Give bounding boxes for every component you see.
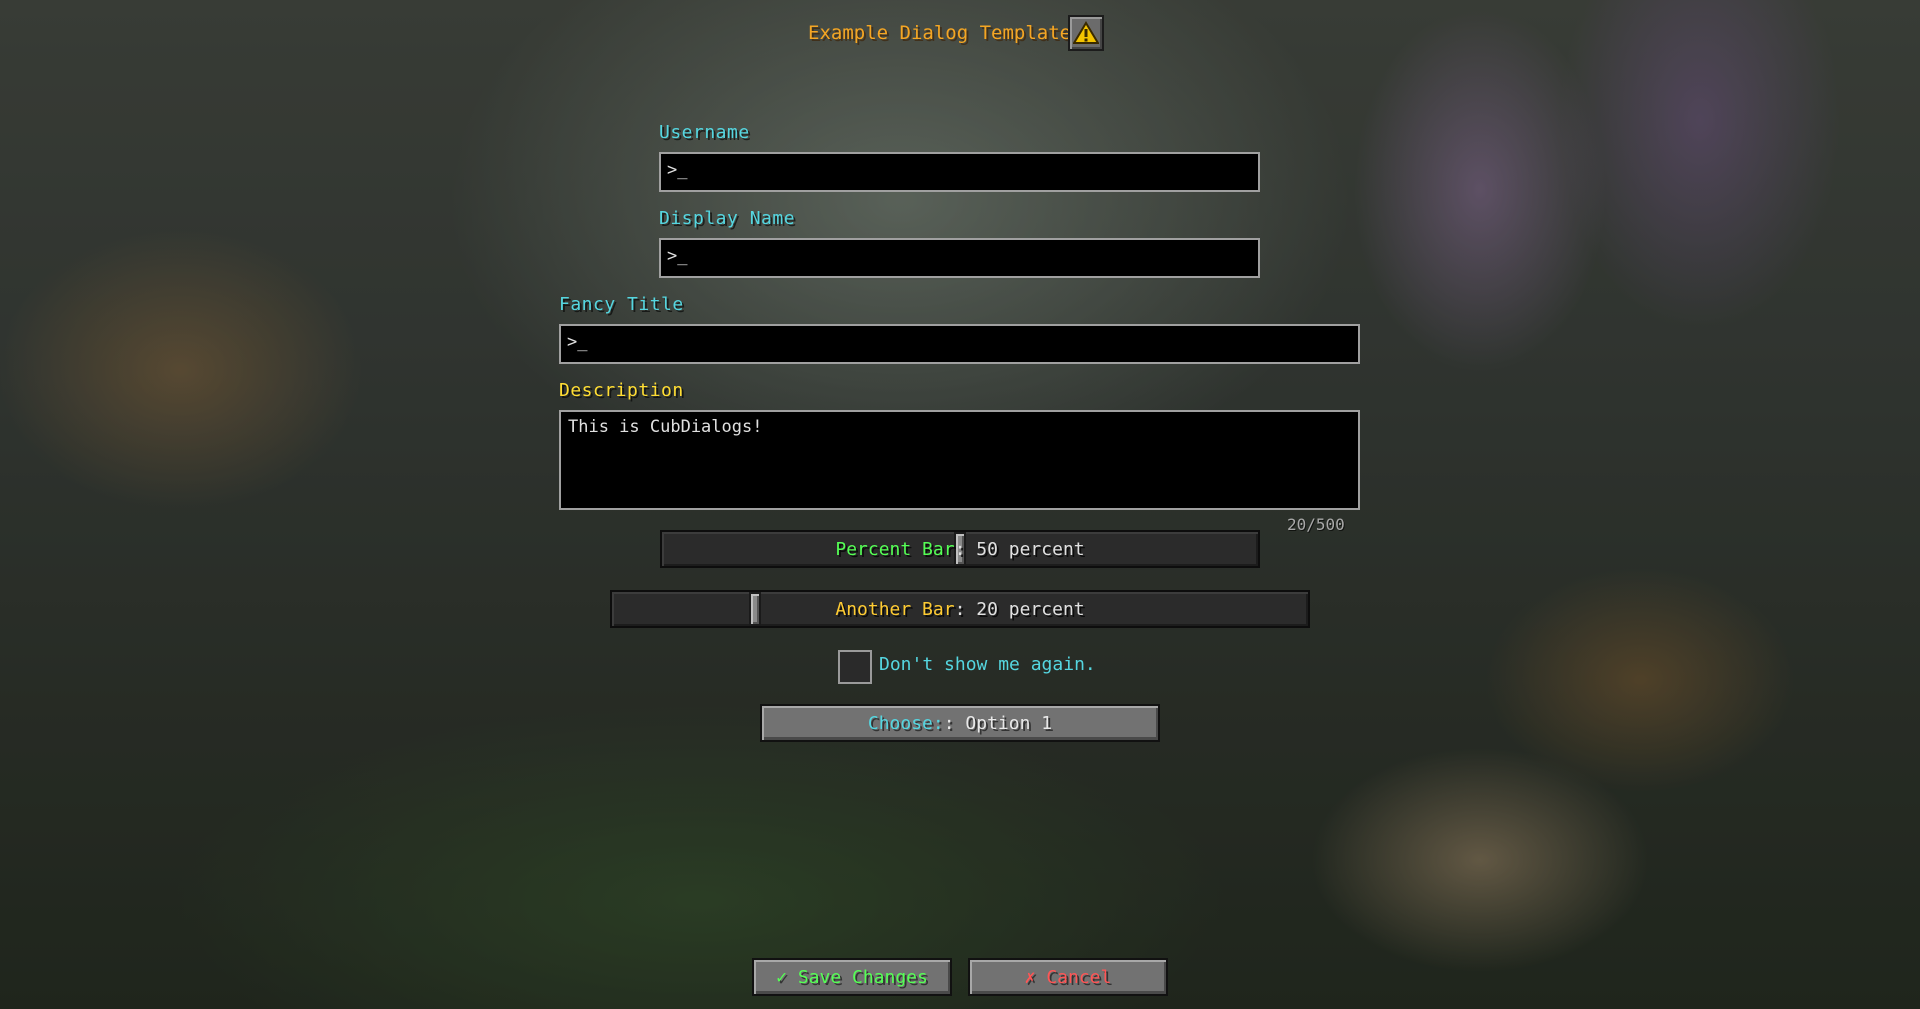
display-name-label: Display Name [659,208,796,229]
choose-option-key: Choose: [867,712,944,734]
fancy-title-value: >_ [567,332,588,352]
description-char-counter: 20/500 [1287,515,1345,534]
description-value: This is CubDialogs! [568,417,763,437]
display-name-input[interactable]: >_ [659,238,1260,278]
warning-button[interactable] [1068,15,1104,51]
username-label: Username [659,122,750,143]
another-bar-slider[interactable]: Another Bar: 20 percent [610,590,1310,628]
display-name-value: >_ [667,246,688,266]
cancel-button[interactable]: ✗ Cancel [968,958,1168,996]
description-textarea[interactable]: This is CubDialogs! [559,410,1360,510]
warning-triangle-icon [1073,21,1099,44]
choose-option-value: : Option 1 [943,712,1053,734]
dont-show-again-checkbox[interactable] [838,650,872,684]
save-changes-button[interactable]: ✓ Save Changes [752,958,952,996]
percent-bar-value: : 50 percent [954,538,1085,560]
choose-option-button[interactable]: Choose: : Option 1 [760,704,1160,742]
another-bar-value: : 20 percent [954,598,1085,620]
dont-show-again-label[interactable]: Don't show me again. [879,654,1096,675]
dialog-title: Example Dialog Template [808,22,1072,44]
description-label: Description [559,380,684,401]
username-value: >_ [667,160,688,180]
fancy-title-label: Fancy Title [559,294,684,315]
another-bar-knob[interactable] [749,592,761,626]
username-input[interactable]: >_ [659,152,1260,192]
another-bar-name: Another Bar [835,598,955,620]
percent-bar-slider[interactable]: Percent Bar: 50 percent [660,530,1260,568]
percent-bar-name: Percent Bar [835,538,955,560]
fancy-title-input[interactable]: >_ [559,324,1360,364]
